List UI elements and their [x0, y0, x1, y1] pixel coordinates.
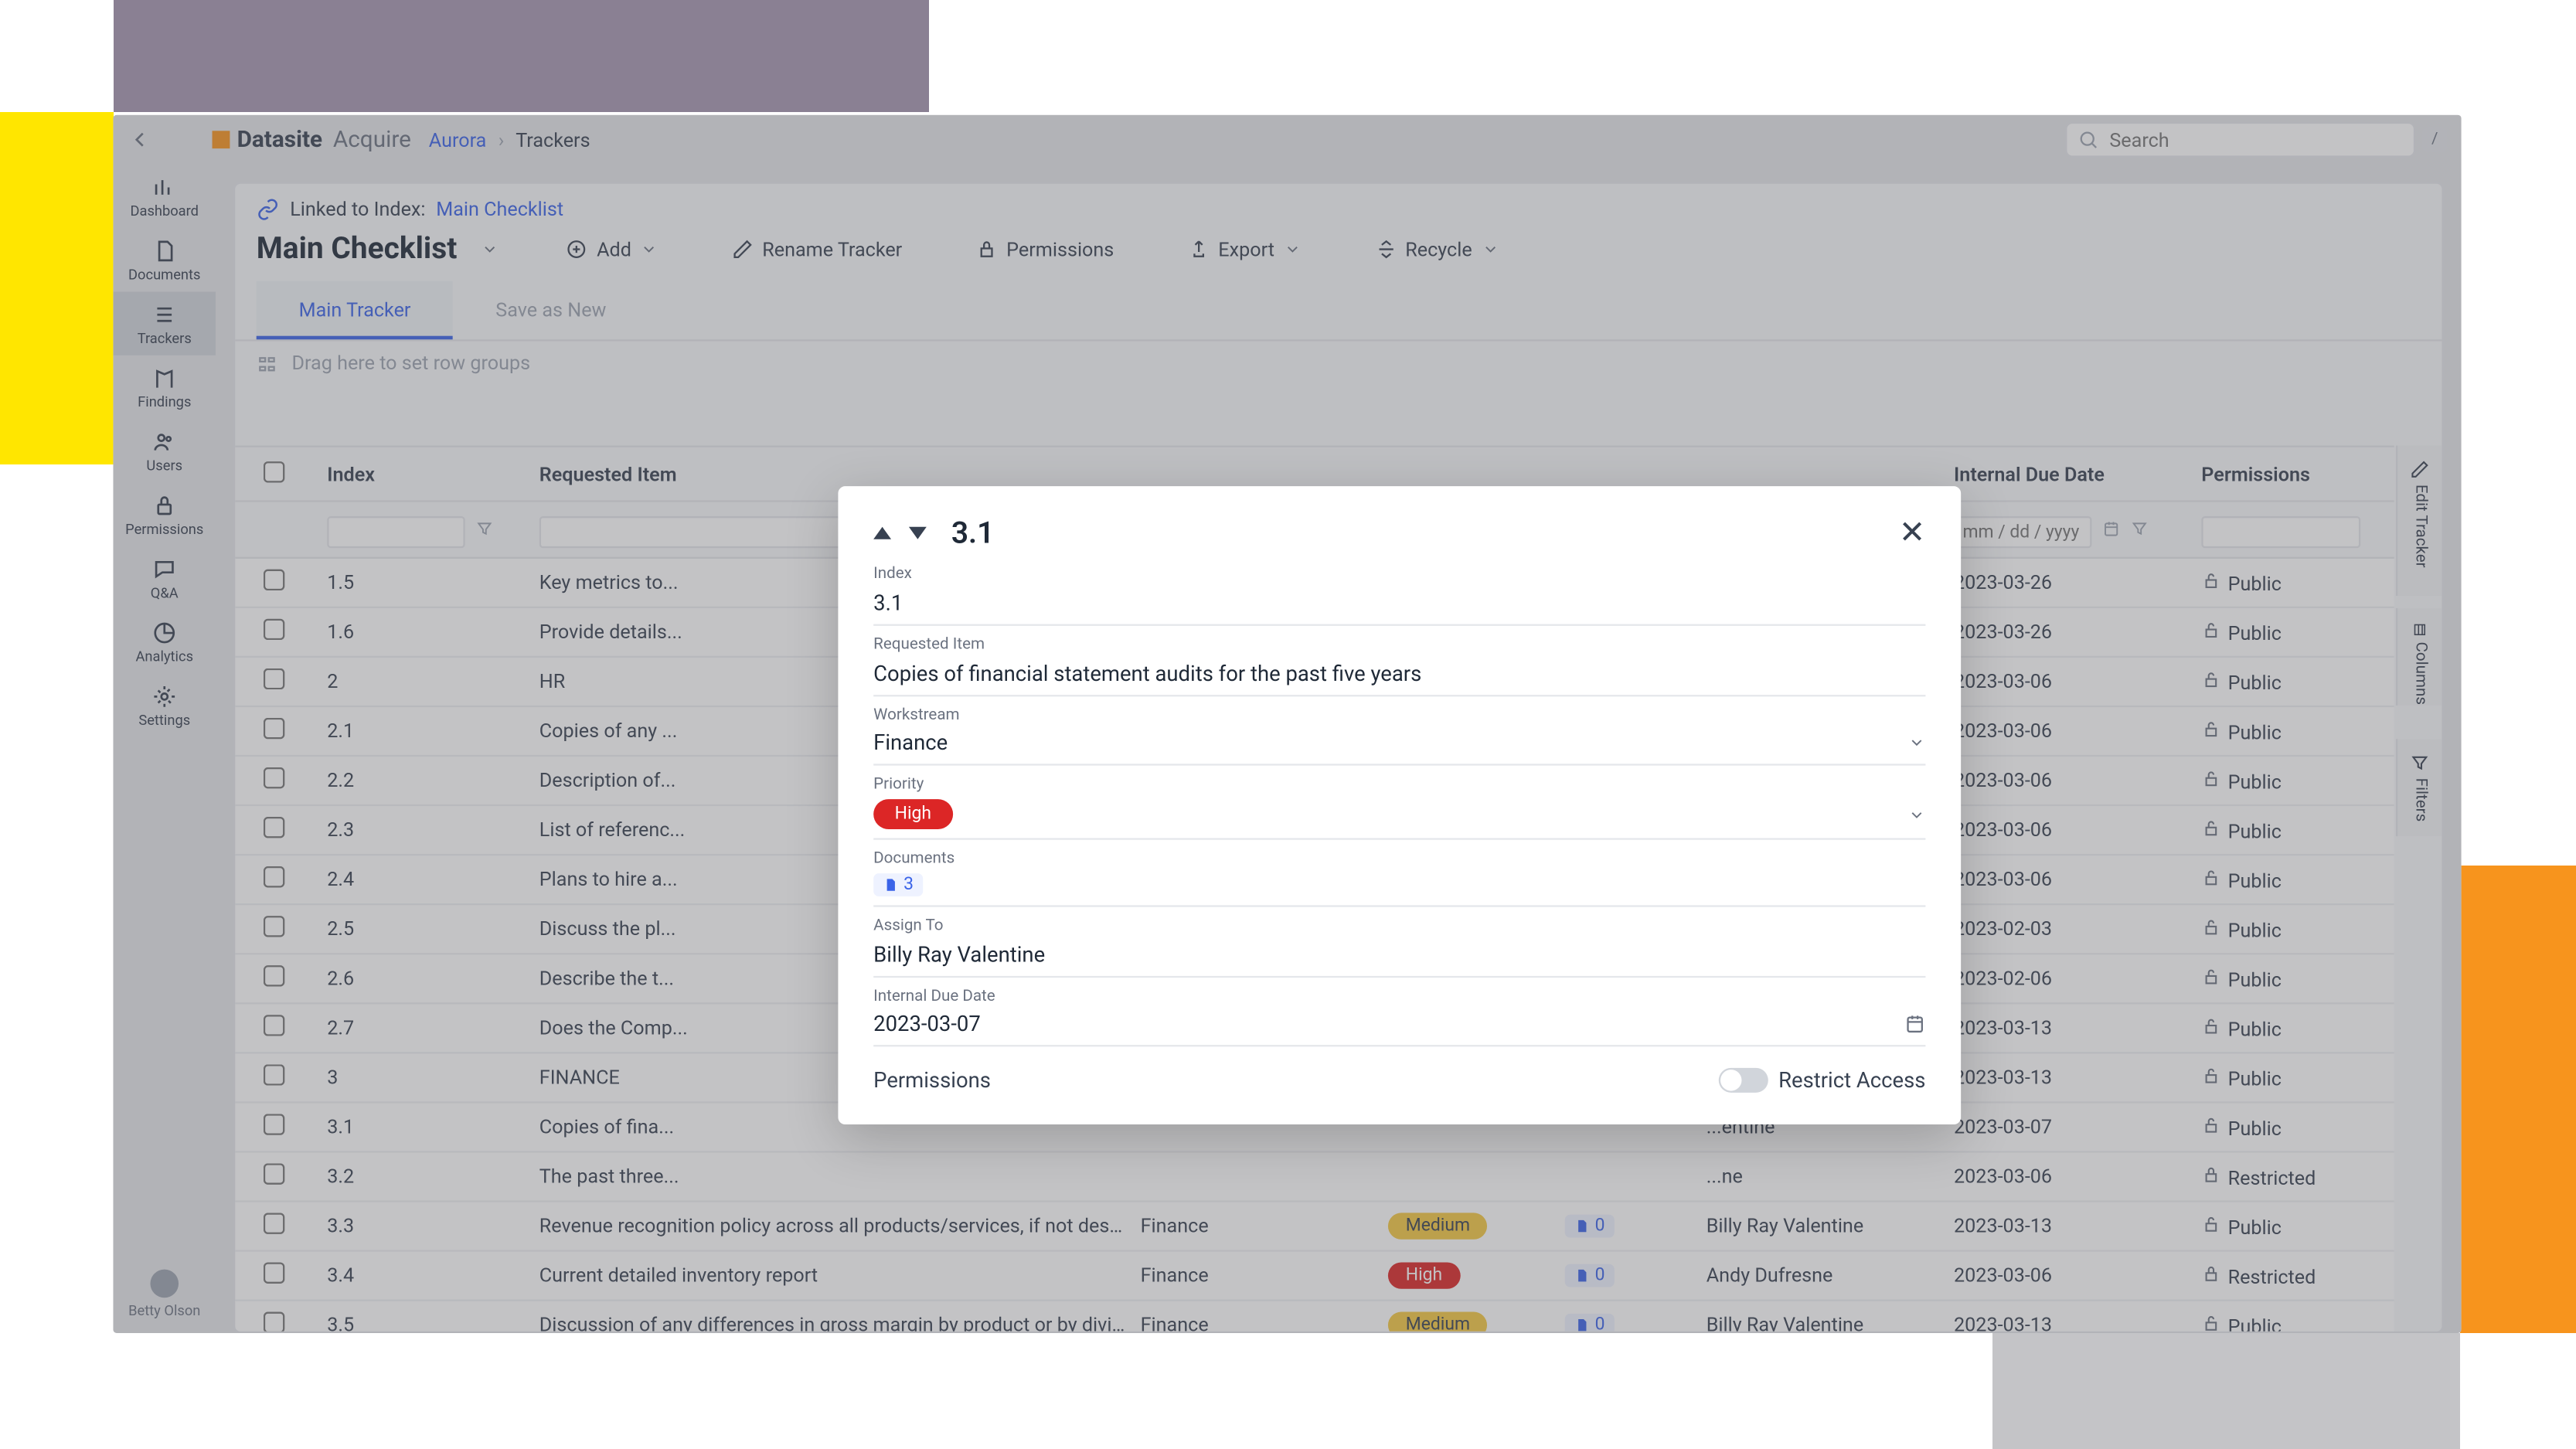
select-priority[interactable]: High [873, 794, 1925, 839]
next-row-button[interactable] [909, 527, 927, 539]
input-assign[interactable] [873, 937, 1925, 978]
chevron-down-icon [1908, 733, 1926, 751]
field-assign: Assign To [873, 917, 1925, 978]
input-due[interactable]: 2023-03-07 [873, 1006, 1925, 1047]
restrict-toggle[interactable] [1718, 1068, 1768, 1093]
modal-title: 3.1 [951, 515, 995, 551]
close-icon[interactable]: ✕ [1899, 515, 1926, 552]
field-workstream: Workstream Finance [873, 707, 1925, 765]
row-detail-modal: 3.1 ✕ Index Requested Item Workstream Fi… [838, 486, 1961, 1124]
app-frame: Datasite Acquire Aurora › Trackers / Das… [113, 115, 2461, 1333]
decor-gray [1992, 1333, 2460, 1449]
field-priority: Priority High [873, 776, 1925, 839]
decor-yellow [0, 112, 114, 464]
field-permissions: Permissions Restrict Access [873, 1068, 1925, 1093]
field-due: Internal Due Date 2023-03-07 [873, 988, 1925, 1046]
prev-row-button[interactable] [873, 527, 891, 539]
select-workstream[interactable]: Finance [873, 725, 1925, 766]
input-index[interactable] [873, 585, 1925, 626]
input-item[interactable] [873, 656, 1925, 697]
field-item: Requested Item [873, 637, 1925, 697]
documents-count[interactable]: 3 [873, 868, 1925, 906]
calendar-icon [1904, 1013, 1925, 1034]
decor-purple [114, 0, 929, 112]
field-index: Index [873, 566, 1925, 626]
field-documents: Documents 3 [873, 850, 1925, 906]
decor-orange [2460, 866, 2576, 1333]
modal-header: 3.1 ✕ [873, 515, 1925, 552]
chevron-down-icon [1908, 805, 1926, 823]
